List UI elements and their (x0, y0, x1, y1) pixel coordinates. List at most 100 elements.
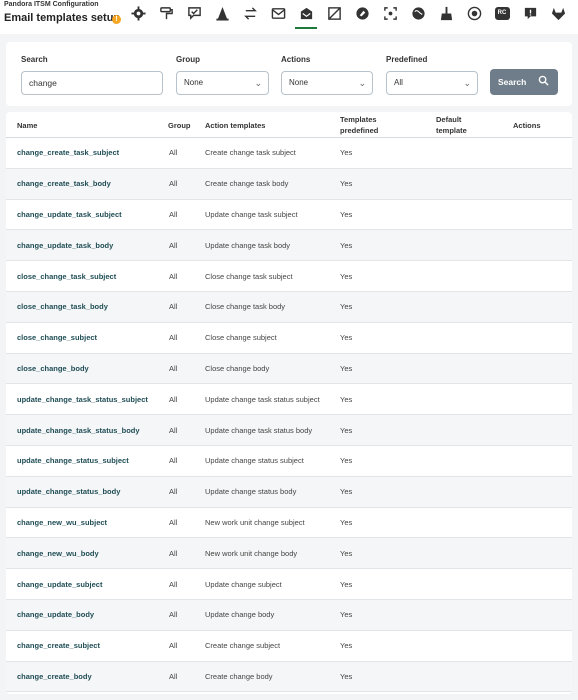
template-predefined: Yes (340, 610, 353, 620)
template-predefined: Yes (340, 517, 353, 527)
chevron-down-icon: ⌄ (463, 78, 471, 88)
template-name-link[interactable]: update_change_status_subject (17, 446, 129, 476)
predefined-label: Predefined (386, 55, 428, 64)
table-row: change_create_task_subject All Create chan… (6, 138, 572, 169)
template-group: All (169, 579, 178, 589)
template-group: All (169, 610, 178, 620)
group-select-value: None (184, 78, 204, 87)
template-name-link[interactable]: change_update_task_subject (17, 200, 122, 230)
template-group: All (169, 671, 178, 681)
page-title: Email templates setup (4, 12, 121, 24)
actions-select[interactable]: None ⌄ (281, 71, 373, 95)
search-icon (538, 75, 549, 86)
template-action: Update change subject (205, 579, 282, 589)
table-row: change_update_body All Update change body Y… (6, 600, 572, 631)
focus-icon[interactable] (379, 3, 401, 23)
table-row: change_update_subject All Update change su… (6, 569, 572, 600)
column-header-default-template[interactable]: Default template (436, 114, 486, 136)
email-template-icon[interactable] (295, 3, 317, 29)
template-group: All (169, 456, 178, 466)
template-name-link[interactable]: change_create_task_body (17, 169, 111, 199)
template-name-link[interactable]: close_change_body (17, 354, 89, 384)
template-action: Update change task status body (205, 425, 313, 435)
template-name-link[interactable]: change_update_subject (17, 569, 102, 599)
info-icon[interactable]: ! (112, 15, 121, 24)
search-panel: Search Group None ⌄ Actions None ⌄ Prede… (6, 42, 572, 106)
template-predefined: Yes (340, 209, 353, 219)
column-header-action-templates[interactable]: Action templates (205, 121, 265, 130)
column-header-name[interactable]: Name (17, 121, 37, 130)
template-name-link[interactable]: close_change_task_body (17, 292, 108, 322)
template-predefined: Yes (340, 456, 353, 466)
template-name-link[interactable]: close_change_task_subject (17, 261, 116, 291)
template-name-link[interactable]: update_change_task_status_body (17, 415, 140, 445)
table-row: close_change_subject All Close change subj… (6, 323, 572, 354)
template-predefined: Yes (340, 641, 353, 651)
template-name-link[interactable]: change_create_task_subject (17, 138, 119, 168)
predefined-select[interactable]: All ⌄ (386, 71, 478, 95)
template-group: All (169, 394, 178, 404)
paint-roller-icon[interactable] (155, 3, 177, 23)
group-select[interactable]: None ⌄ (176, 71, 269, 95)
rc-label: RC (494, 6, 510, 20)
envelope-icon[interactable] (267, 3, 289, 23)
template-predefined: Yes (340, 179, 353, 189)
template-action: Update change body (205, 610, 275, 620)
chevron-down-icon: ⌄ (358, 78, 366, 88)
table-row: update_change_task_status_subject All Upda… (6, 384, 572, 416)
template-action: New work unit change body (205, 548, 298, 558)
template-name-link[interactable]: change_new_wu_subject (17, 508, 107, 538)
active-tab-indicator (295, 27, 317, 29)
template-name-link[interactable]: update_change_task_status_subject (17, 384, 148, 414)
cone-icon[interactable] (211, 3, 233, 23)
page-header: Pandora ITSM Configuration Email templat… (0, 0, 578, 34)
templates-table: Name Group Action templates Templates pr… (6, 112, 572, 694)
template-predefined: Yes (340, 240, 353, 250)
table-row: change_create_subject All Create change su… (6, 631, 572, 662)
globe-icon[interactable] (407, 3, 429, 23)
search-button[interactable]: Search (490, 69, 558, 95)
actions-select-value: None (289, 78, 309, 87)
broom-icon[interactable] (435, 3, 457, 23)
template-predefined: Yes (340, 394, 353, 404)
template-group: All (169, 641, 178, 651)
template-name-link[interactable]: close_change_subject (17, 323, 97, 353)
template-name-link[interactable]: change_create_body (17, 662, 92, 692)
arrows-icon[interactable] (239, 3, 261, 23)
column-header-templates-predefined[interactable]: Templates predefined (340, 114, 400, 136)
chat-check-icon[interactable] (183, 3, 205, 23)
table-row: change_create_body All Create change body Y… (6, 661, 572, 693)
template-predefined: Yes (340, 579, 353, 589)
template-action: Update change status body (205, 487, 297, 497)
template-action: Update change task subject (205, 209, 298, 219)
template-group: All (169, 148, 178, 158)
alert-chat-icon[interactable] (519, 3, 541, 23)
template-predefined: Yes (340, 487, 353, 497)
table-row: update_change_task_status_body All Update … (6, 415, 572, 446)
target-icon[interactable] (463, 3, 485, 23)
template-action: Close change subject (205, 333, 277, 343)
breadcrumb[interactable]: Pandora ITSM Configuration (4, 1, 99, 8)
column-header-group[interactable]: Group (168, 121, 191, 130)
tag-icon[interactable] (351, 3, 373, 23)
gitlab-icon[interactable] (547, 3, 569, 23)
template-name-link[interactable]: change_create_subject (17, 631, 100, 661)
template-group: All (169, 302, 178, 312)
rc-icon[interactable]: RC (491, 3, 513, 23)
template-predefined: Yes (340, 425, 353, 435)
template-name-link[interactable]: change_update_task_body (17, 230, 113, 260)
template-action: Update change task status subject (205, 394, 320, 404)
template-name-link[interactable]: change_new_wu_body (17, 538, 99, 568)
template-group: All (169, 209, 178, 219)
select-box-icon[interactable] (323, 3, 345, 23)
template-predefined: Yes (340, 302, 353, 312)
table-header: Name Group Action templates Templates pr… (6, 112, 572, 138)
search-input[interactable] (21, 71, 163, 95)
template-name-link[interactable]: update_change_status_body (17, 477, 120, 507)
template-name-link[interactable]: change_update_body (17, 600, 94, 630)
template-action: Close change body (205, 363, 270, 373)
template-group: All (169, 179, 178, 189)
template-group: All (169, 548, 178, 558)
gear-icon[interactable] (127, 3, 149, 23)
template-predefined: Yes (340, 363, 353, 373)
